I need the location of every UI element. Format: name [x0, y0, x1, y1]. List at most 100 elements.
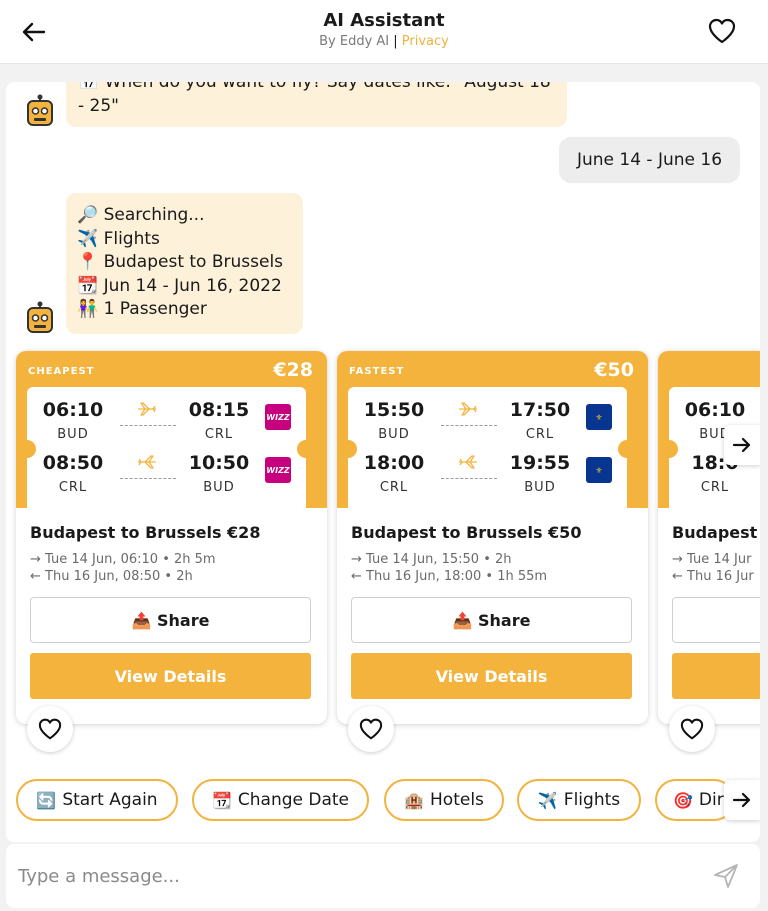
quick-reply-label: Change Date — [237, 790, 350, 810]
share-button[interactable]: 📤 Share — [30, 597, 311, 643]
privacy-link[interactable]: Privacy — [402, 34, 449, 49]
quick-reply-emoji: 🏨 — [404, 790, 425, 810]
arrival-time: 17:50 — [509, 399, 571, 421]
quick-reply-chip[interactable]: ✈️ Flights — [517, 779, 641, 821]
heart-icon[interactable] — [348, 706, 394, 752]
flight-card[interactable]: 06:10 BUD 18:0 CRL Budapest → Tue 14 Jur… — [658, 351, 760, 752]
quick-reply-emoji: 🔄 — [36, 790, 57, 810]
heart-icon[interactable] — [27, 706, 73, 752]
bot-message-line: 📅 When do you want to fly? Say dates lik… — [78, 82, 551, 92]
wizz-air-logo: WIZZ — [265, 457, 291, 483]
card-price: €50 — [594, 359, 634, 381]
departure-airport: BUD — [57, 427, 89, 442]
arrival-airport: CRL — [525, 427, 555, 442]
view-details-button[interactable]: View Details — [30, 653, 311, 699]
user-message: June 14 - June 16 — [559, 137, 740, 183]
route-line — [441, 425, 497, 426]
carousel-next-arrow-icon[interactable] — [724, 425, 760, 465]
quick-reply-emoji: 📆 — [211, 790, 232, 810]
page-title: AI Assistant — [323, 10, 445, 31]
plane-departure-icon — [458, 401, 478, 417]
share-button[interactable] — [672, 597, 760, 643]
flight-card[interactable]: FASTEST €50 15:50 BUD 17:50 CRL ⚜ 18:00 … — [337, 351, 648, 752]
quick-reply-chip[interactable]: 📆 Change Date — [192, 779, 369, 821]
arrival-airport: CRL — [204, 427, 234, 442]
plane-departure-icon — [137, 401, 157, 417]
ticket-stub: 15:50 BUD 17:50 CRL ⚜ 18:00 CRL 19:55 BU… — [348, 387, 627, 508]
card-title: Budapest to Brussels €28 — [30, 523, 261, 542]
quick-reply-label: Hotels — [430, 790, 484, 810]
quick-reply-label: Start Again — [62, 790, 158, 810]
departure-airport: CRL — [379, 480, 409, 495]
app-header: AI Assistant By Eddy AI | Privacy — [0, 0, 768, 64]
inbound-summary: ← Thu 16 Jur — [672, 569, 754, 584]
card-title: Budapest t — [672, 523, 760, 542]
card-title: Budapest to Brussels €50 — [351, 523, 582, 542]
quick-reply-label: Flights — [563, 790, 621, 810]
outbound-summary: → Tue 14 Jun, 15:50 • 2h — [351, 552, 512, 567]
bot-message-line: ✈️ Flights — [77, 228, 160, 249]
bot-message-line: 🔎 Searching... — [77, 205, 205, 225]
message-input[interactable] — [18, 856, 698, 896]
card-price: €28 — [273, 359, 313, 381]
departure-airport: CRL — [58, 480, 88, 495]
outbound-summary: → Tue 14 Jun, 06:10 • 2h 5m — [30, 552, 216, 567]
quick-reply-label: Dir — [698, 790, 724, 810]
flight-leg-inbound: 18:00 CRL 19:55 BUD ⚜ — [348, 452, 627, 502]
inbound-summary: ← Thu 16 Jun, 18:00 • 1h 55m — [351, 569, 548, 584]
robot-avatar-icon — [25, 94, 55, 126]
bot-message-line: - 25" — [78, 95, 119, 116]
send-icon[interactable] — [712, 862, 742, 892]
arrival-time: 08:15 — [188, 399, 250, 421]
quick-reply-emoji: 🎯 — [673, 790, 693, 810]
bot-message-line: 📆 Jun 14 - Jun 16, 2022 — [77, 275, 282, 296]
bot-message-line: 📍 Budapest to Brussels — [77, 252, 284, 272]
quick-reply-emoji: ✈️ — [537, 790, 558, 810]
departure-time: 06:10 — [684, 399, 746, 421]
inbound-summary: ← Thu 16 Jun, 08:50 • 2h — [30, 569, 193, 584]
card-tag: CHEAPEST — [28, 366, 95, 377]
ryanair-logo: ⚜ — [586, 457, 612, 483]
departure-time: 18:00 — [363, 452, 425, 474]
bot-message-line: 👫 1 Passenger — [77, 299, 207, 319]
author-label: By Eddy AI — [319, 34, 390, 49]
arrival-time: 10:50 — [188, 452, 250, 474]
view-details-button[interactable] — [672, 653, 760, 699]
quick-replies-next-arrow-icon[interactable] — [724, 780, 760, 820]
heart-icon[interactable] — [706, 15, 738, 47]
page-subtitle: By Eddy AI | Privacy — [0, 34, 768, 49]
quick-reply-chip[interactable]: 🏨 Hotels — [384, 779, 504, 821]
departure-time: 06:10 — [42, 399, 104, 421]
flight-card[interactable]: CHEAPEST €28 06:10 BUD 08:15 CRL WIZZ 08… — [16, 351, 327, 752]
arrival-airport: BUD — [203, 480, 235, 495]
bot-message: 📅 When do you want to fly? Say dates lik… — [66, 82, 567, 127]
quick-reply-chip[interactable]: 🔄 Start Again — [16, 779, 178, 821]
arrival-time: 19:55 — [509, 452, 571, 474]
departure-airport: BUD — [378, 427, 410, 442]
card-header: FASTEST €50 15:50 BUD 17:50 CRL ⚜ 18:00 … — [337, 351, 648, 508]
share-button[interactable]: 📤 Share — [351, 597, 632, 643]
departure-time: 15:50 — [363, 399, 425, 421]
quick-reply-chip[interactable]: 🎯 Dir — [655, 779, 735, 821]
arrival-airport: BUD — [524, 480, 556, 495]
plane-return-icon — [458, 454, 478, 470]
view-details-button[interactable]: View Details — [351, 653, 632, 699]
heart-icon[interactable] — [669, 706, 715, 752]
bot-message: 🔎 Searching... ✈️ Flights 📍 Budapest to Br… — [66, 193, 303, 334]
outbound-summary: → Tue 14 Jur — [672, 552, 752, 567]
card-tag: FASTEST — [349, 366, 405, 377]
chat-panel[interactable]: 📅 When do you want to fly? Say dates lik… — [6, 82, 760, 842]
route-line — [441, 478, 497, 479]
wizz-air-logo: WIZZ — [265, 404, 291, 430]
flight-leg-outbound: 15:50 BUD 17:50 CRL ⚜ — [348, 399, 627, 449]
plane-return-icon — [137, 454, 157, 470]
ryanair-logo: ⚜ — [586, 404, 612, 430]
route-line — [120, 478, 176, 479]
route-line — [120, 425, 176, 426]
message-composer — [6, 844, 760, 908]
departure-airport: CRL — [700, 480, 730, 495]
ticket-stub: 06:10 BUD 08:15 CRL WIZZ 08:50 CRL 10:50… — [27, 387, 306, 508]
flight-leg-inbound: 08:50 CRL 10:50 BUD WIZZ — [27, 452, 306, 502]
card-header: CHEAPEST €28 06:10 BUD 08:15 CRL WIZZ 08… — [16, 351, 327, 508]
flight-leg-outbound: 06:10 BUD 08:15 CRL WIZZ — [27, 399, 306, 449]
